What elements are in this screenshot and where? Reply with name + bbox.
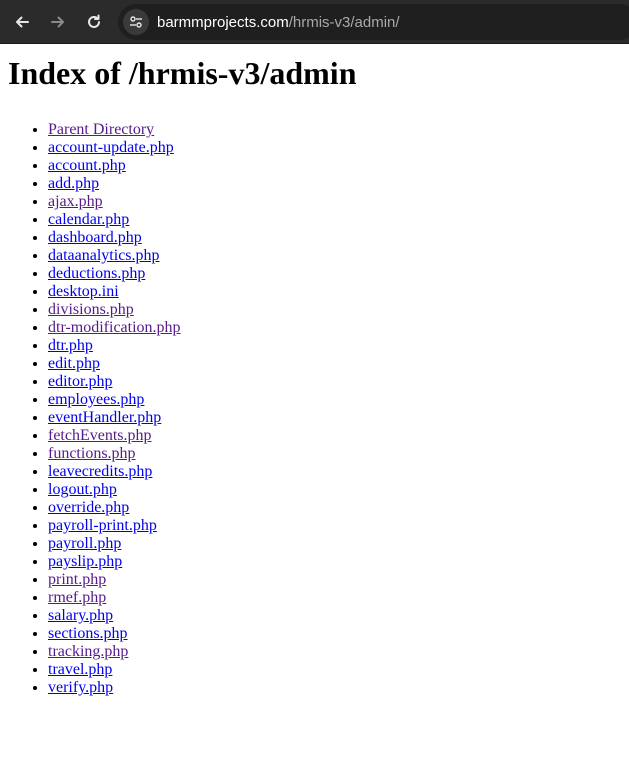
arrow-right-icon (51, 16, 64, 28)
url-host: barmmprojects.com (157, 13, 289, 31)
list-item: rmef.php (48, 589, 621, 607)
file-link[interactable]: functions.php (48, 445, 136, 462)
list-item: deductions.php (48, 265, 621, 283)
file-link[interactable]: editor.php (48, 373, 112, 390)
list-item: desktop.ini (48, 283, 621, 301)
file-link[interactable]: verify.php (48, 679, 113, 696)
list-item: editor.php (48, 373, 621, 391)
page-title: Index of /hrmis-v3/admin (8, 55, 357, 91)
file-link[interactable]: desktop.ini (48, 283, 119, 300)
list-item: dataanalytics.php (48, 247, 621, 265)
file-link[interactable]: dashboard.php (48, 229, 142, 246)
list-item: payroll.php (48, 535, 621, 553)
list-item: tracking.php (48, 643, 621, 661)
file-link[interactable]: ajax.php (48, 193, 103, 210)
list-item: leavecredits.php (48, 463, 621, 481)
file-link[interactable]: add.php (48, 175, 99, 192)
file-link[interactable]: tracking.php (48, 643, 128, 660)
list-item: sections.php (48, 625, 621, 643)
list-item: logout.php (48, 481, 621, 499)
file-link[interactable]: employees.php (48, 391, 144, 408)
list-item: account.php (48, 157, 621, 175)
address-bar[interactable]: barmmprojects.com/hrmis-v3/admin/ (118, 4, 629, 40)
list-item: verify.php (48, 679, 621, 697)
file-link[interactable]: account-update.php (48, 139, 174, 156)
file-link[interactable]: logout.php (48, 481, 117, 498)
file-link[interactable]: payroll-print.php (48, 517, 157, 534)
file-link[interactable]: deductions.php (48, 265, 145, 282)
reload-button[interactable] (80, 8, 108, 36)
list-item: dashboard.php (48, 229, 621, 247)
list-item: dtr-modification.php (48, 319, 621, 337)
list-item: functions.php (48, 445, 621, 463)
forward-button[interactable] (44, 8, 72, 36)
list-item: Parent Directory (48, 121, 621, 139)
file-link[interactable]: payroll.php (48, 535, 121, 552)
list-item: override.php (48, 499, 621, 517)
list-item: travel.php (48, 661, 621, 679)
list-item: divisions.php (48, 301, 621, 319)
arrow-left-icon (16, 16, 29, 28)
list-item: ajax.php (48, 193, 621, 211)
file-link[interactable]: travel.php (48, 661, 112, 678)
file-link[interactable]: print.php (48, 571, 106, 588)
file-link[interactable]: fetchEvents.php (48, 427, 152, 444)
file-link[interactable]: payslip.php (48, 553, 122, 570)
parent-directory-link[interactable]: Parent Directory (48, 121, 154, 138)
url-path: /hrmis-v3/admin/ (288, 13, 400, 31)
file-link[interactable]: eventHandler.php (48, 409, 161, 426)
file-link[interactable]: divisions.php (48, 301, 134, 318)
back-button[interactable] (8, 8, 36, 36)
list-item: salary.php (48, 607, 621, 625)
list-item: calendar.php (48, 211, 621, 229)
file-link[interactable]: rmef.php (48, 589, 106, 606)
list-item: account-update.php (48, 139, 621, 157)
file-link[interactable]: salary.php (48, 607, 113, 624)
list-item: payroll-print.php (48, 517, 621, 535)
reload-icon (88, 14, 100, 28)
file-link[interactable]: sections.php (48, 625, 128, 642)
list-item: print.php (48, 571, 621, 589)
list-item: dtr.php (48, 337, 621, 355)
file-list: Parent Directoryaccount-update.phpaccoun… (8, 121, 621, 697)
file-link[interactable]: dataanalytics.php (48, 247, 160, 264)
list-item: edit.php (48, 355, 621, 373)
list-item: payslip.php (48, 553, 621, 571)
site-info-button[interactable] (123, 9, 149, 35)
file-link[interactable]: edit.php (48, 355, 100, 372)
list-item: employees.php (48, 391, 621, 409)
file-link[interactable]: override.php (48, 499, 129, 516)
url-text: barmmprojects.com/hrmis-v3/admin/ (157, 14, 400, 31)
list-item: fetchEvents.php (48, 427, 621, 445)
browser-toolbar: barmmprojects.com/hrmis-v3/admin/ (0, 0, 629, 44)
file-link[interactable]: calendar.php (48, 211, 129, 228)
tune-icon (130, 16, 142, 28)
file-link[interactable]: dtr.php (48, 337, 93, 354)
list-item: eventHandler.php (48, 409, 621, 427)
file-link[interactable]: account.php (48, 157, 126, 174)
page-content: Index of /hrmis-v3/admin Parent Director… (0, 55, 629, 697)
file-link[interactable]: dtr-modification.php (48, 319, 181, 336)
list-item: add.php (48, 175, 621, 193)
file-link[interactable]: leavecredits.php (48, 463, 152, 480)
